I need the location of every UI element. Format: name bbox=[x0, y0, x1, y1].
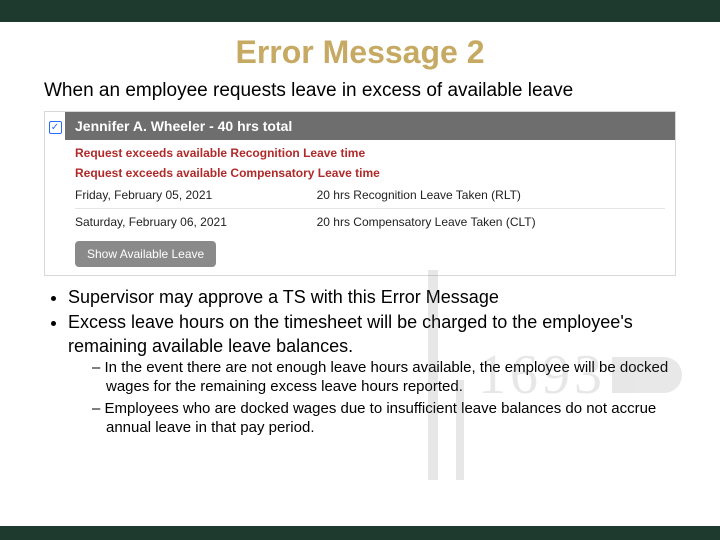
bullet-list: Supervisor may approve a TS with this Er… bbox=[44, 286, 676, 438]
sub-bullet-item: Employees who are docked wages due to in… bbox=[92, 399, 676, 438]
bullet-item: Supervisor may approve a TS with this Er… bbox=[68, 286, 676, 309]
slide-top-bar bbox=[0, 0, 720, 22]
checkbox-gutter bbox=[45, 140, 65, 275]
slide-bottom-bar bbox=[0, 526, 720, 540]
table-row: Saturday, February 06, 2021 20 hrs Compe… bbox=[75, 208, 665, 235]
error-line: Request exceeds available Recognition Le… bbox=[75, 142, 665, 162]
bullet-text: Excess leave hours on the timesheet will… bbox=[68, 312, 633, 355]
checkbox-checked-icon[interactable]: ✓ bbox=[49, 121, 62, 134]
leave-detail: 20 hrs Recognition Leave Taken (RLT) bbox=[317, 182, 665, 209]
leave-detail: 20 hrs Compensatory Leave Taken (CLT) bbox=[317, 208, 665, 235]
leave-date: Friday, February 05, 2021 bbox=[75, 182, 317, 209]
show-available-leave-button[interactable]: Show Available Leave bbox=[75, 241, 216, 267]
employee-header: Jennifer A. Wheeler - 40 hrs total bbox=[65, 112, 675, 140]
sub-bullet-item: In the event there are not enough leave … bbox=[92, 358, 676, 397]
checkbox-cell: ✓ bbox=[45, 112, 65, 140]
leave-date: Saturday, February 06, 2021 bbox=[75, 208, 317, 235]
slide-intro-text: When an employee requests leave in exces… bbox=[44, 79, 676, 103]
leave-error-mockup: ✓ Jennifer A. Wheeler - 40 hrs total Req… bbox=[44, 111, 676, 276]
bullet-item: Excess leave hours on the timesheet will… bbox=[68, 311, 676, 438]
slide-title: Error Message 2 bbox=[0, 34, 720, 71]
leave-table: Friday, February 05, 2021 20 hrs Recogni… bbox=[75, 182, 665, 235]
mockup-body: Request exceeds available Recognition Le… bbox=[65, 140, 675, 275]
table-row: Friday, February 05, 2021 20 hrs Recogni… bbox=[75, 182, 665, 209]
error-line: Request exceeds available Compensatory L… bbox=[75, 162, 665, 182]
